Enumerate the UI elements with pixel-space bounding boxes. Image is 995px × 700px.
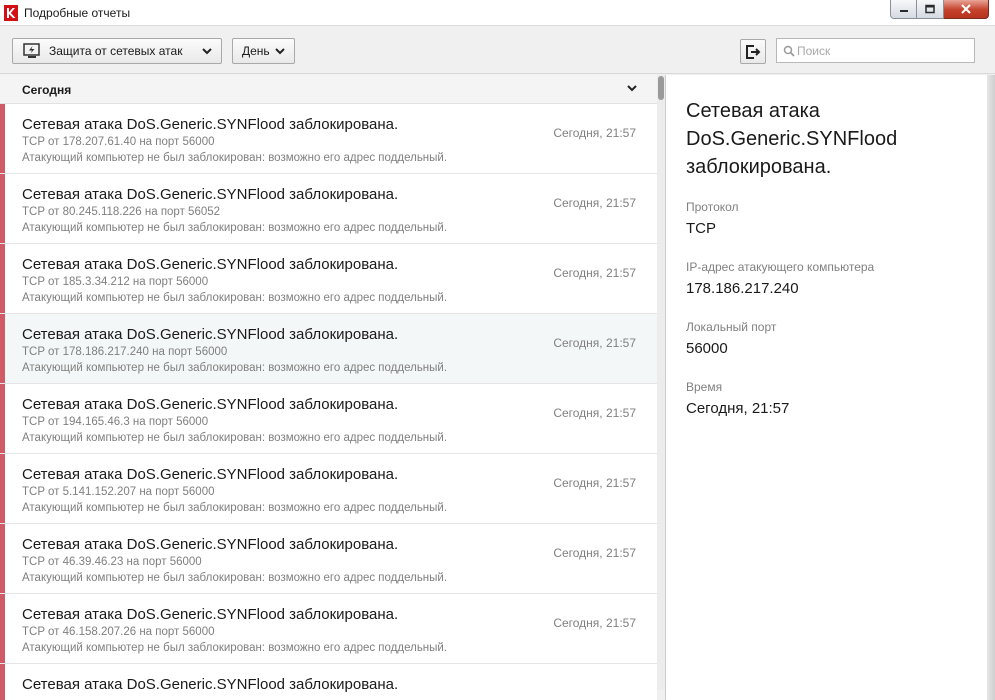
report-subtitle: TCP от 5.141.152.207 на порт 56000 [22, 486, 215, 498]
period-dropdown[interactable]: День [232, 38, 295, 64]
maximize-button[interactable] [917, 0, 944, 19]
scrollbar-thumb[interactable] [658, 76, 664, 100]
port-label: Локальный порт [686, 320, 777, 334]
report-title: Сетевая атака DoS.Generic.SYNFlood забло… [22, 396, 399, 413]
severity-stripe [0, 594, 5, 663]
window-controls [890, 0, 989, 19]
report-time: Сегодня, 21:57 [553, 336, 636, 350]
window-edge [987, 75, 995, 700]
ip-label: IP-адрес атакующего компьютера [686, 260, 875, 274]
report-time: Сегодня, 21:57 [553, 406, 636, 420]
report-title: Сетевая атака DoS.Generic.SYNFlood забло… [22, 466, 399, 483]
report-description: Атакующий компьютер не был заблокирован:… [22, 642, 448, 654]
report-title: Сетевая атака DoS.Generic.SYNFlood забло… [22, 326, 399, 343]
group-header-today[interactable]: Сегодня [0, 75, 657, 104]
report-title: Сетевая атака DoS.Generic.SYNFlood забло… [22, 186, 399, 203]
time-label: Время [686, 380, 723, 394]
severity-stripe [0, 524, 5, 593]
report-rows: Сетевая атака DoS.Generic.SYNFlood забло… [0, 104, 657, 700]
report-title: Сетевая атака DoS.Generic.SYNFlood забло… [22, 606, 399, 623]
search-box[interactable] [776, 38, 975, 63]
report-description: Атакующий компьютер не был заблокирован:… [22, 292, 448, 304]
report-subtitle: TCP от 80.245.118.226 на порт 56052 [22, 206, 221, 218]
report-subtitle: TCP от 194.165.46.3 на порт 56000 [22, 416, 209, 428]
export-icon [746, 45, 761, 59]
report-row[interactable]: Сетевая атака DoS.Generic.SYNFlood забло… [0, 244, 657, 314]
protocol-value: TCP [686, 220, 716, 237]
report-subtitle: TCP от 178.186.217.240 на порт 56000 [22, 346, 228, 358]
report-row[interactable]: Сетевая атака DoS.Generic.SYNFlood забло… [0, 454, 657, 524]
kaspersky-logo-icon [4, 5, 18, 21]
report-subtitle: TCP от 178.207.61.40 на порт 56000 [22, 136, 215, 148]
severity-stripe [0, 454, 5, 523]
report-title: Сетевая атака DoS.Generic.SYNFlood забло… [22, 536, 399, 553]
close-button[interactable] [944, 0, 989, 19]
report-row[interactable]: Сетевая атака DoS.Generic.SYNFlood забло… [0, 384, 657, 454]
minimize-icon [899, 10, 908, 12]
severity-stripe [0, 174, 5, 243]
report-time: Сегодня, 21:57 [553, 546, 636, 560]
group-title: Сегодня [22, 83, 72, 97]
report-title: Сетевая атака DoS.Generic.SYNFlood забло… [22, 256, 399, 273]
port-value: 56000 [686, 340, 728, 357]
report-description: Атакующий компьютер не был заблокирован:… [22, 222, 448, 234]
scope-dropdown[interactable]: Защита от сетевых атак [12, 38, 222, 64]
list-scrollbar[interactable] [657, 75, 665, 690]
report-time: Сегодня, 21:57 [553, 126, 636, 140]
report-subtitle: TCP от 185.3.34.212 на порт 56000 [22, 276, 209, 288]
severity-stripe [0, 244, 5, 313]
severity-stripe [0, 664, 5, 700]
export-button[interactable] [740, 39, 766, 64]
report-time: Сегодня, 21:57 [553, 476, 636, 490]
report-description: Атакующий компьютер не был заблокирован:… [22, 362, 448, 374]
report-title: Сетевая атака DoS.Generic.SYNFlood забло… [22, 116, 399, 133]
time-value: Сегодня, 21:57 [686, 400, 790, 417]
protocol-label: Протокол [686, 200, 739, 214]
report-time: Сегодня, 21:57 [553, 616, 636, 630]
report-row[interactable]: Сетевая атака DoS.Generic.SYNFlood забло… [0, 104, 657, 174]
period-dropdown-label: День [242, 44, 270, 58]
chevron-down-icon [275, 48, 285, 55]
report-description: Атакующий компьютер не был заблокирован:… [22, 432, 448, 444]
severity-stripe [0, 384, 5, 453]
report-title: Сетевая атака DoS.Generic.SYNFlood забло… [22, 676, 399, 693]
title-bar: Подробные отчеты [0, 0, 995, 26]
report-description: Атакующий компьютер не был заблокирован:… [22, 572, 448, 584]
scope-dropdown-label: Защита от сетевых атак [49, 44, 183, 58]
toolbar: Защита от сетевых атак День [0, 27, 995, 74]
report-subtitle: TCP от 46.39.46.23 на порт 56000 [22, 556, 202, 568]
ip-value: 178.186.217.240 [686, 280, 799, 297]
minimize-button[interactable] [890, 0, 917, 19]
report-description: Атакующий компьютер не был заблокирован:… [22, 152, 448, 164]
chevron-down-icon [627, 85, 637, 92]
report-subtitle: TCP от 46.158.207.26 на порт 56000 [22, 626, 215, 638]
close-icon [961, 4, 971, 14]
network-monitor-icon [23, 43, 40, 58]
search-input[interactable] [797, 42, 967, 59]
report-row[interactable]: Сетевая атака DoS.Generic.SYNFlood забло… [0, 664, 657, 700]
report-time: Сегодня, 21:57 [553, 266, 636, 280]
window-title: Подробные отчеты [24, 6, 131, 20]
report-list: Сегодня Сетевая атака DoS.Generic.SYNFlo… [0, 75, 657, 700]
details-pane: Сетевая атака DoS.Generic.SYNFlood забло… [666, 75, 995, 700]
maximize-icon [925, 4, 935, 14]
severity-stripe [0, 104, 5, 173]
details-title: Сетевая атака DoS.Generic.SYNFlood забло… [686, 100, 898, 178]
report-row[interactable]: Сетевая атака DoS.Generic.SYNFlood забло… [0, 524, 657, 594]
report-time: Сегодня, 21:57 [553, 196, 636, 210]
report-row[interactable]: Сетевая атака DoS.Generic.SYNFlood забло… [0, 174, 657, 244]
chevron-down-icon [202, 48, 212, 55]
report-row[interactable]: Сетевая атака DoS.Generic.SYNFlood забло… [0, 594, 657, 664]
severity-stripe [0, 314, 5, 383]
report-description: Атакующий компьютер не был заблокирован:… [22, 502, 448, 514]
search-icon [783, 45, 795, 57]
report-row-selected[interactable]: Сетевая атака DoS.Generic.SYNFlood забло… [0, 314, 657, 384]
